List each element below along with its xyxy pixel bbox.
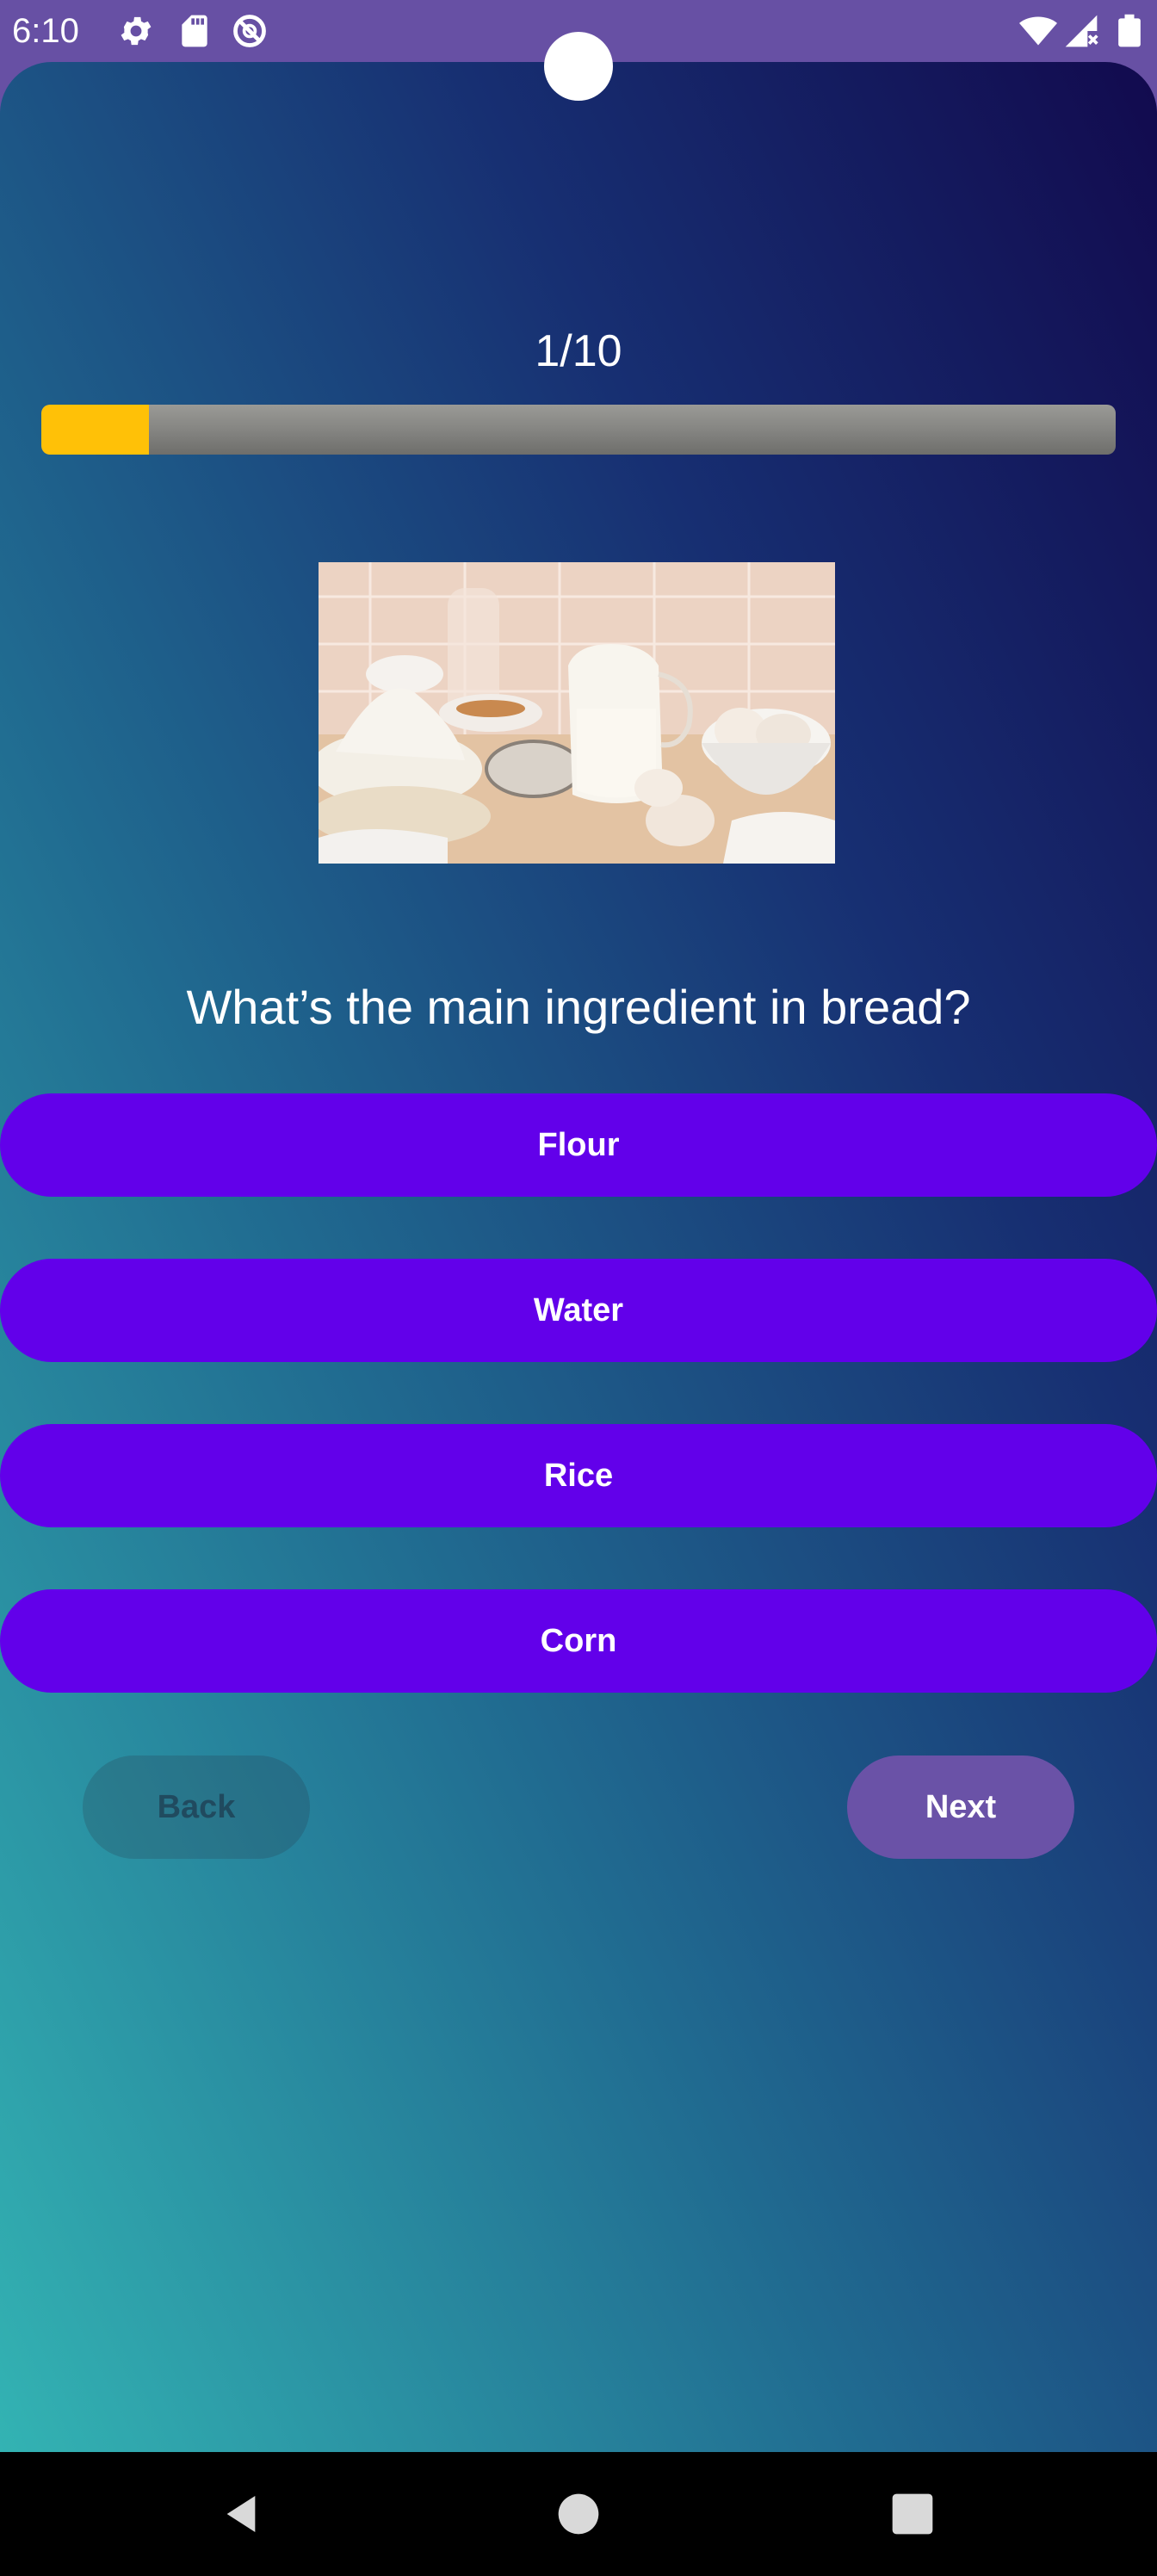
progress-bar	[41, 405, 1116, 455]
status-time: 6:10	[12, 12, 79, 50]
battery-icon	[1111, 12, 1148, 50]
home-circle-icon[interactable]	[554, 2490, 603, 2538]
recents-square-icon[interactable]	[888, 2490, 937, 2538]
sd-card-icon	[176, 12, 213, 50]
back-button[interactable]: Back	[83, 1756, 310, 1859]
progress-label: 1/10	[535, 326, 622, 376]
quiz-screen: 6:10 1/10 What’s the main ingredient in …	[0, 0, 1157, 2576]
signal-no-data-icon	[1062, 12, 1100, 50]
option-button-corn[interactable]: Corn	[0, 1589, 1157, 1693]
question-image	[319, 562, 835, 864]
camera-cutout	[544, 32, 613, 101]
option-button-rice[interactable]: Rice	[0, 1424, 1157, 1527]
next-button[interactable]: Next	[847, 1756, 1074, 1859]
gear-icon	[117, 12, 155, 50]
system-navigation-bar	[0, 2452, 1157, 2576]
wifi-icon	[1019, 12, 1057, 50]
back-triangle-icon[interactable]	[217, 2490, 265, 2538]
do-not-disturb-icon	[231, 12, 269, 50]
progress-bar-fill	[41, 405, 149, 455]
question-text: What’s the main ingredient in bread?	[186, 980, 971, 1034]
option-button-flour[interactable]: Flour	[0, 1093, 1157, 1197]
option-button-water[interactable]: Water	[0, 1259, 1157, 1362]
baking-ingredients-photo	[319, 562, 835, 864]
